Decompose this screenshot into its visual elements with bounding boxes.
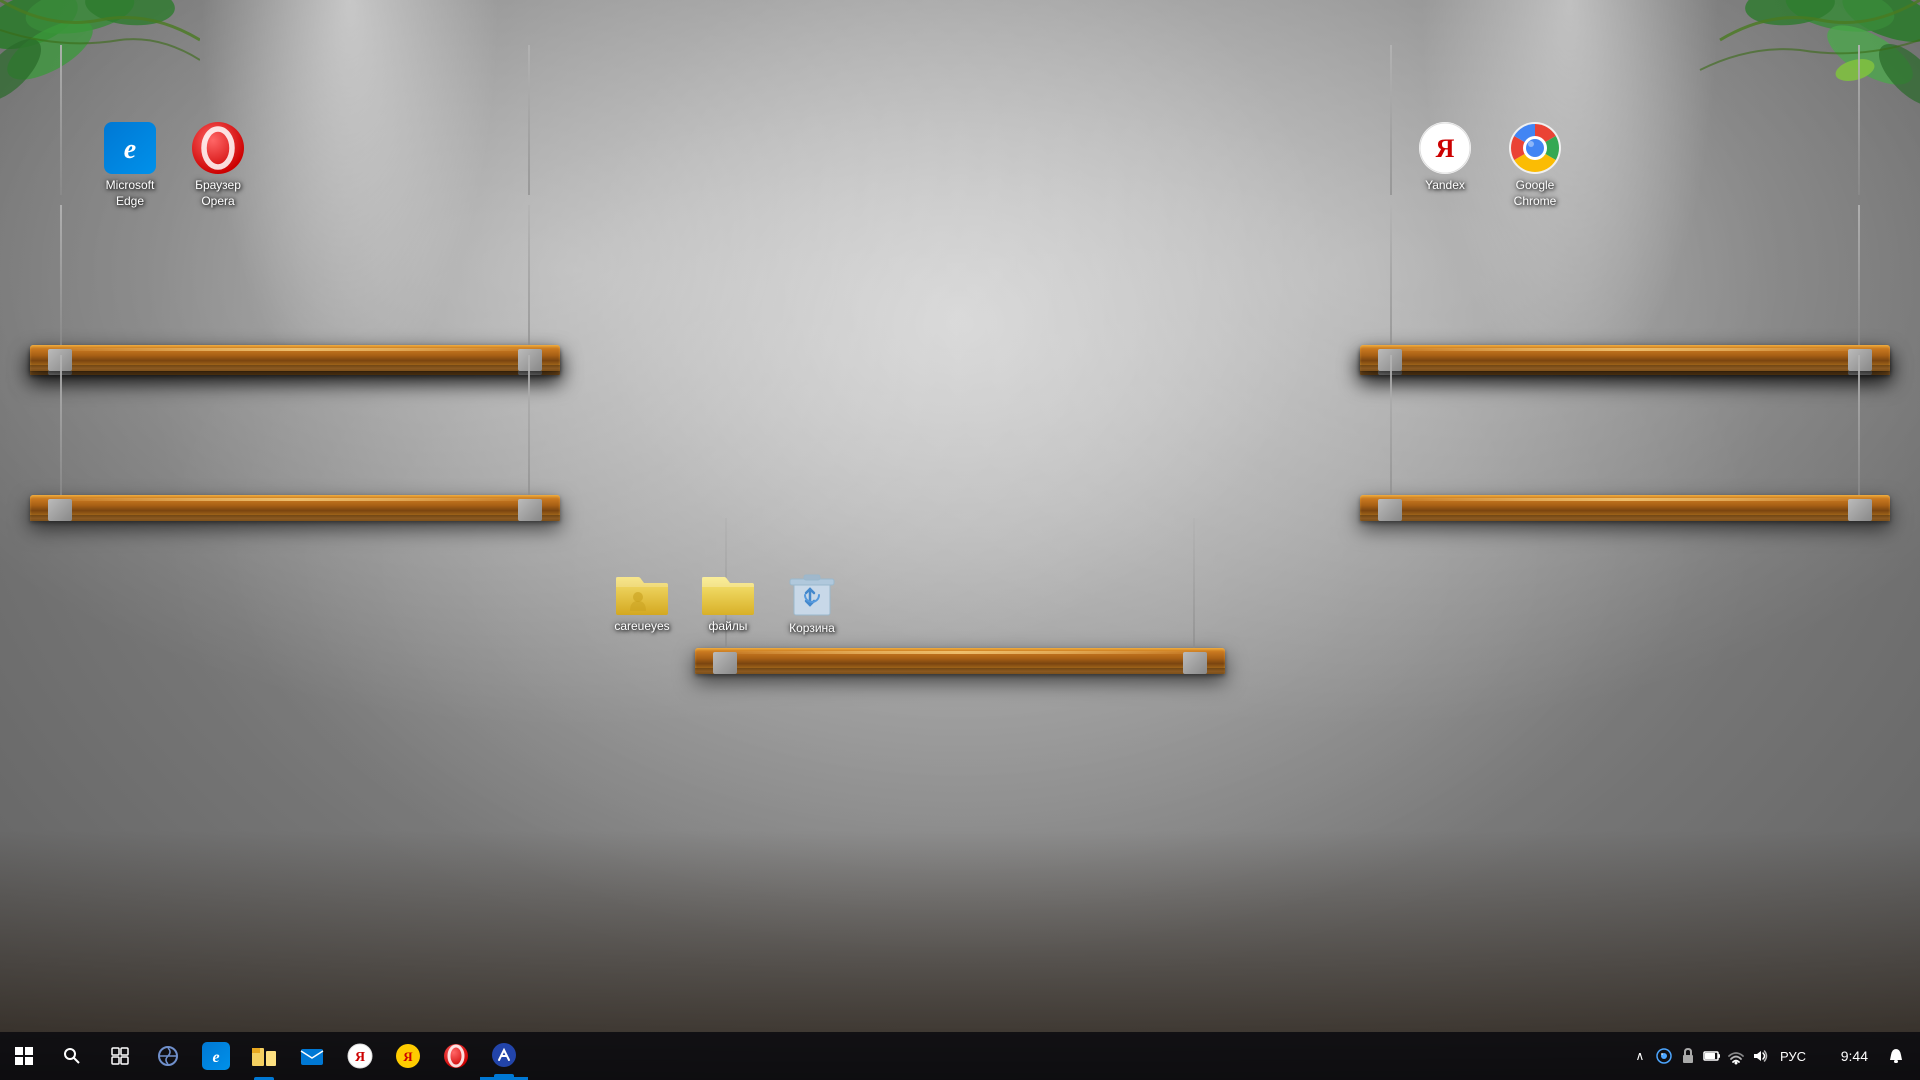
shelf-board [30, 345, 560, 371]
shelf-center-bottom [695, 648, 1225, 674]
svg-text:Я: Я [1436, 134, 1455, 163]
bracket-left [48, 499, 72, 521]
icon-files[interactable]: файлы [688, 567, 768, 635]
search-button[interactable] [48, 1032, 96, 1080]
yandex-icon-label: Yandex [1425, 178, 1465, 194]
shelf-right-3 [1360, 495, 1890, 521]
widgets-button[interactable] [144, 1032, 192, 1080]
recycle-bin-label: Корзина [789, 621, 835, 637]
bracket-left [713, 652, 737, 674]
taskbar-yandex-app[interactable]: Я [384, 1032, 432, 1080]
wire-left [1390, 205, 1392, 345]
icon-microsoft-edge[interactable]: e Microsoft Edge [90, 122, 170, 209]
wire-left [1390, 355, 1392, 495]
chrome-icon-image [1509, 122, 1561, 174]
svg-text:Я: Я [403, 1049, 413, 1064]
task-view-button[interactable] [96, 1032, 144, 1080]
taskbar-yandex-browser[interactable]: Я [336, 1032, 384, 1080]
taskbar-clock[interactable]: 9:44 [1816, 1048, 1876, 1064]
clock-time: 9:44 [1841, 1048, 1868, 1064]
icon-google-chrome[interactable]: Google Chrome [1495, 122, 1575, 209]
opera-icon-label: Браузер Opera [195, 178, 241, 209]
leaves-decoration-left [0, 0, 200, 120]
edge-icon-image: e [104, 122, 156, 174]
shelf-board [30, 495, 560, 521]
svg-text:Я: Я [355, 1050, 365, 1065]
desktop: e Microsoft Edge Браузер Opera [0, 0, 1920, 1080]
bracket-right [1183, 652, 1207, 674]
tray-volume[interactable] [1750, 1046, 1770, 1066]
tray-chevron[interactable]: ∧ [1630, 1046, 1650, 1066]
icon-careueyes[interactable]: careueyes [602, 567, 682, 635]
shelf-board [1360, 345, 1890, 371]
taskbar-mail[interactable] [288, 1032, 336, 1080]
bracket-left [1378, 499, 1402, 521]
chrome-icon-label: Google Chrome [1514, 178, 1557, 209]
taskbar-tray: ∧ [1630, 1032, 1920, 1080]
shelf-right-2 [1360, 345, 1890, 371]
careueyes-icon-image [616, 567, 668, 615]
careueyes-icon-label: careueyes [614, 619, 669, 635]
files-icon-image [702, 567, 754, 615]
tray-eyecare[interactable] [1654, 1046, 1674, 1066]
shelf-left-2 [30, 345, 560, 371]
wire-right-1 [528, 45, 530, 195]
shelf-left-3 [30, 495, 560, 521]
wire-left-2 [60, 205, 62, 345]
start-button[interactable] [0, 1032, 48, 1080]
taskbar-left: e Я [0, 1032, 1630, 1080]
opera-icon-image [192, 122, 244, 174]
taskbar-active-app[interactable] [480, 1032, 528, 1080]
icon-recycle-bin[interactable]: Корзина [772, 565, 852, 637]
edge-icon-label: Microsoft Edge [106, 178, 155, 209]
tray-battery[interactable] [1702, 1046, 1722, 1066]
wire-right-3 [528, 355, 530, 495]
tray-network[interactable] [1726, 1046, 1746, 1066]
notification-button[interactable] [1880, 1032, 1912, 1080]
taskbar-explorer[interactable] [240, 1032, 288, 1080]
leaves-decoration-right [1670, 0, 1920, 130]
wire-right-2 [528, 205, 530, 345]
wire-right [1858, 355, 1860, 495]
shelf-board [695, 648, 1225, 674]
bracket-right [1848, 499, 1872, 521]
icon-opera[interactable]: Браузер Opera [178, 122, 258, 209]
wire-right [1858, 45, 1860, 195]
bracket-right [1848, 349, 1872, 371]
wire-right [1193, 518, 1195, 648]
bracket-right [518, 499, 542, 521]
recycle-bin-icon-image [786, 565, 838, 617]
bracket-right [518, 349, 542, 371]
tray-security[interactable] [1678, 1046, 1698, 1066]
svg-text:e: e [212, 1049, 219, 1066]
svg-text:e: e [124, 134, 136, 165]
wire-right [1858, 205, 1860, 345]
wire-left-1 [60, 45, 62, 195]
shelf-board [1360, 495, 1890, 521]
icon-yandex[interactable]: Я Yandex [1405, 122, 1485, 194]
wire-left-3 [60, 355, 62, 495]
taskbar-opera[interactable] [432, 1032, 480, 1080]
wire-left [1390, 45, 1392, 195]
yandex-icon-image: Я [1419, 122, 1471, 174]
taskbar: e Я [0, 1032, 1920, 1080]
taskbar-edge[interactable]: e [192, 1032, 240, 1080]
tray-language[interactable]: РУС [1774, 1049, 1812, 1064]
files-icon-label: файлы [709, 619, 748, 635]
